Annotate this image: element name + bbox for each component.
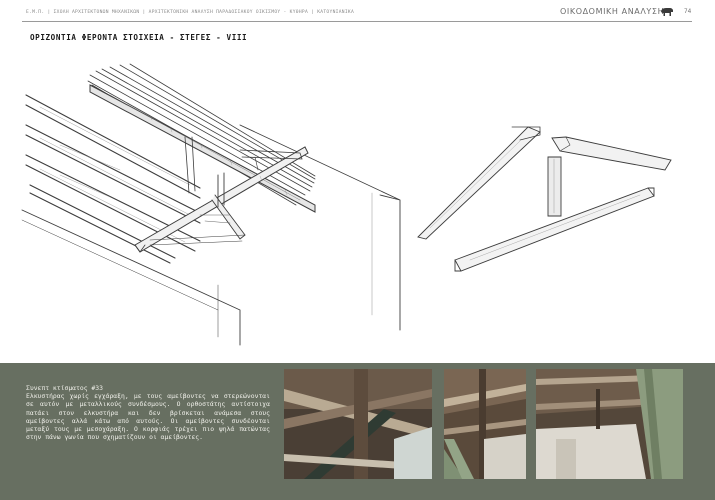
header-divider bbox=[22, 21, 692, 22]
page-title: ΟΡΙΖΟΝΤΙΑ ΦΕΡΟΝΤΑ ΣΤΟΙΧΕΙΑ - ΣΤΕΓΕΣ - VI… bbox=[30, 33, 248, 42]
roof-photo-1 bbox=[284, 369, 432, 479]
header-path: Ε.Μ.Π. | ΣΧΟΛΗ ΑΡΧΙΤΕΚΤΟΝΩΝ ΜΗΧΑΝΙΚΩΝ | … bbox=[26, 10, 355, 15]
roof-photo-3 bbox=[536, 369, 683, 479]
roof-structure-sketch bbox=[21, 63, 672, 346]
animal-icon bbox=[661, 8, 673, 16]
roof-photo-2 bbox=[444, 369, 526, 479]
header-section-title: ΟΙΚΟΔΟΜΙΚΗ ΑΝΑΛΥΣΗ bbox=[560, 7, 665, 16]
page-header: Ε.Μ.Π. | ΣΧΟΛΗ ΑΡΧΙΤΕΚΤΟΝΩΝ ΜΗΧΑΝΙΚΩΝ | … bbox=[0, 0, 715, 22]
page-number: 74 bbox=[684, 8, 692, 15]
building-caption: Συνεπτ κτίσματος #33 Ελκυστήρας χωρίς εγ… bbox=[26, 384, 270, 441]
caption-body: Ελκυστήρας χωρίς εγχάραξη, με τους αμείβ… bbox=[26, 392, 270, 442]
caption-title: Συνεπτ κτίσματος #33 bbox=[26, 384, 103, 392]
